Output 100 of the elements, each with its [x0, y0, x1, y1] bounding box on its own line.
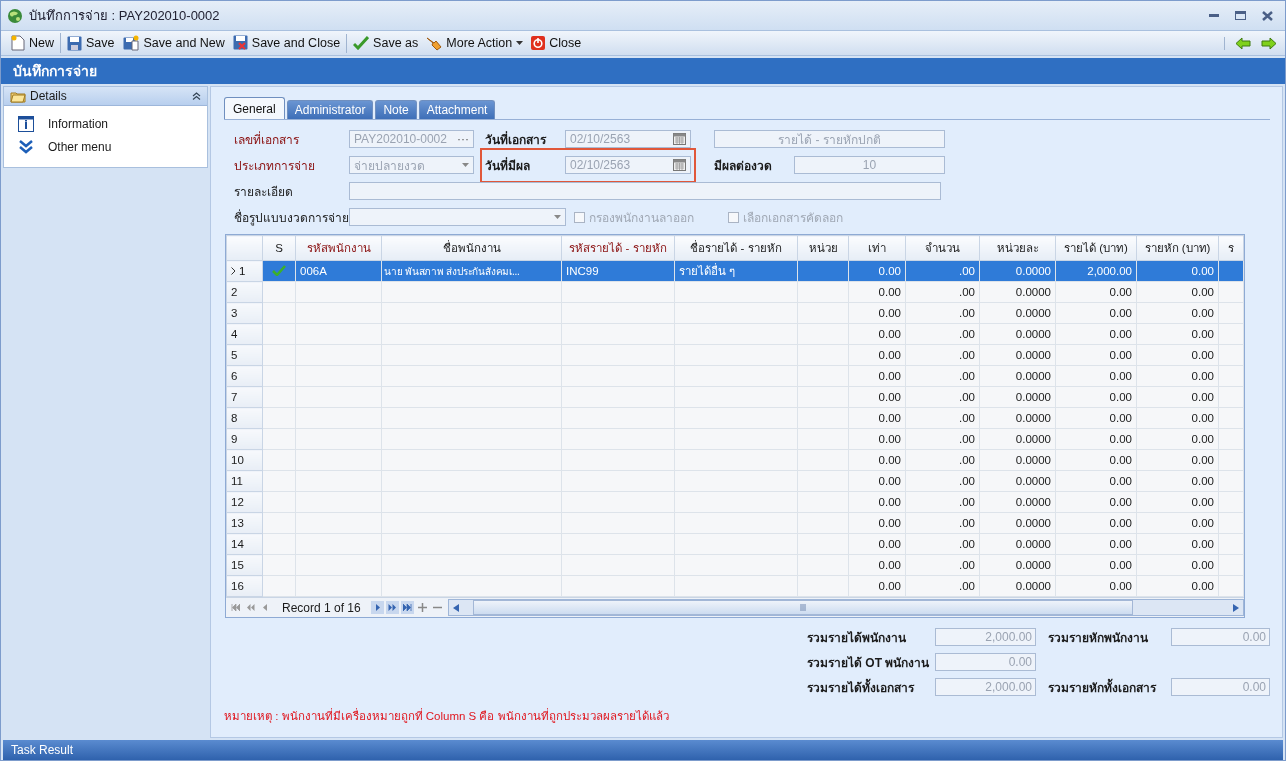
checkmark-icon [353, 36, 370, 50]
row-number[interactable]: 5 [226, 344, 263, 366]
tab[interactable]: General [224, 97, 285, 119]
total-field: 0.00 [935, 653, 1036, 671]
row-number[interactable]: 16 [226, 575, 263, 597]
row-number[interactable]: 9 [226, 428, 263, 450]
total-label: รวมรายได้ทั้งเอกสาร [807, 678, 935, 697]
field-label: เลขที่เอกสาร [234, 130, 300, 149]
prev-page-icon [246, 604, 255, 611]
column-header[interactable]: S [262, 235, 296, 261]
pager-button[interactable] [370, 601, 384, 614]
template-dropdown[interactable] [349, 208, 566, 226]
record-counter: Record 1 of 16 [281, 600, 362, 615]
horizontal-scrollbar[interactable] [447, 599, 1244, 616]
toolbar-button[interactable]: Save and Close [229, 33, 344, 53]
total-label: รวมรายได้พนักงาน [807, 630, 907, 647]
panel-title: Details [30, 89, 68, 103]
dropdown-caret-icon[interactable] [554, 215, 561, 219]
task-result-bar: Task Result [3, 740, 1283, 760]
row-number[interactable]: 15 [226, 554, 263, 576]
back-arrow-icon[interactable] [1235, 36, 1251, 50]
field-label: รายละเอียด [234, 183, 294, 201]
column-header[interactable]: รายหัก (บาท) [1136, 235, 1219, 261]
save-close-icon [232, 35, 248, 51]
row-number[interactable]: 11 [226, 470, 263, 492]
pager-button[interactable] [385, 601, 399, 614]
total-field: 2,000.00 [935, 678, 1036, 696]
calendar-icon[interactable] [673, 133, 686, 145]
forward-arrow-icon[interactable] [1261, 36, 1277, 50]
note-text: หมายเหตุ : พนักงานที่มีเครื่องหมายถูกที่ Column S คือ พนักงานที่ถูกประมวลผลรายได้แล้ว [224, 707, 670, 725]
total-field: 0.00 [1171, 678, 1270, 696]
close-icon[interactable] [1262, 10, 1273, 21]
tab[interactable]: Attachment [418, 100, 496, 119]
document-number-field[interactable]: PAY202010-0002 ··· [349, 130, 474, 148]
toolbar-button[interactable]: Close [528, 34, 585, 52]
pager-button[interactable] [400, 601, 414, 614]
sidebar-item[interactable]: Other menu [4, 136, 207, 158]
caret-icon [516, 41, 524, 45]
toolbar-button[interactable]: Save as [350, 34, 422, 52]
pager-button[interactable] [229, 601, 242, 614]
pager-button[interactable] [415, 601, 429, 614]
tab[interactable]: Administrator [286, 100, 374, 119]
column-header[interactable]: จำนวน [905, 235, 980, 261]
column-header[interactable]: หน่วย [797, 235, 849, 261]
row-number[interactable]: 12 [226, 491, 263, 513]
calendar-icon[interactable] [673, 159, 686, 171]
field-label: มีผลต่องวด [714, 157, 773, 175]
browse-button[interactable]: ··· [457, 132, 469, 146]
column-header[interactable]: ร [1218, 235, 1244, 261]
row-number[interactable]: 10 [226, 449, 263, 471]
pager-button[interactable] [244, 601, 257, 614]
total-label: รวมรายได้ OT พนักงาน [807, 655, 931, 672]
row-number[interactable]: 2 [226, 281, 263, 303]
checkbox[interactable] [728, 211, 739, 223]
toolbar-button[interactable]: Save and New [119, 33, 228, 53]
first-icon [231, 604, 240, 611]
next-page-icon [387, 604, 397, 611]
scrollbar-thumb[interactable] [472, 600, 1133, 615]
column-header[interactable]: ชื่อรายได้ - รายหัก [674, 235, 798, 261]
field-label: วันที่มีผล [485, 156, 531, 175]
row-number[interactable]: 3 [226, 302, 263, 324]
dropdown-caret-icon[interactable] [462, 163, 469, 167]
field-label: ชื่อรูปแบบงวดการจ่าย [234, 208, 349, 227]
row-number[interactable]: 6 [226, 365, 263, 387]
total-label: รวมรายหักทั้งเอกสาร [1048, 678, 1171, 697]
field-label: ประเภทการจ่าย [234, 157, 316, 175]
close-power-icon [531, 36, 546, 50]
column-header[interactable]: ชื่อพนักงาน [381, 235, 562, 261]
toolbar-button[interactable]: More Action [423, 33, 527, 53]
row-number[interactable]: 13 [226, 512, 263, 534]
current-row-icon [231, 267, 236, 275]
column-header[interactable]: รหัสรายได้ - รายหัก [561, 235, 675, 261]
info-icon [18, 116, 34, 132]
column-header[interactable]: เท่า [848, 235, 906, 261]
row-number[interactable]: 8 [226, 407, 263, 429]
column-header[interactable]: รายได้ (บาท) [1055, 235, 1137, 261]
last-icon [402, 604, 412, 611]
double-chevron-icon [18, 140, 34, 154]
maximize-icon[interactable] [1235, 11, 1246, 20]
sidebar-item[interactable]: Information [4, 112, 207, 136]
description-field[interactable] [349, 182, 941, 200]
checkbox[interactable] [574, 211, 585, 223]
tab[interactable]: Note [375, 100, 417, 119]
scroll-right-icon[interactable] [1233, 603, 1239, 612]
page-header: บันทึกการจ่าย [1, 58, 1285, 84]
scroll-left-icon[interactable] [452, 603, 459, 612]
app-globe-icon [7, 7, 23, 24]
total-field: 2,000.00 [935, 628, 1036, 646]
toolbar-button[interactable]: New [8, 33, 57, 53]
row-number[interactable]: 7 [226, 386, 263, 408]
collapse-icon[interactable] [192, 92, 201, 100]
column-header[interactable]: หน่วยละ [979, 235, 1056, 261]
field-label: วันที่เอกสาร [485, 130, 548, 149]
column-header[interactable]: รหัสพนักงาน [295, 235, 382, 261]
prev-icon [261, 604, 270, 611]
new-document-icon [11, 35, 25, 51]
toolbar-button[interactable]: Save [64, 33, 118, 53]
row-number[interactable]: 4 [226, 323, 263, 345]
row-number[interactable]: 14 [226, 533, 263, 555]
row-number[interactable]: 1 [226, 260, 263, 282]
